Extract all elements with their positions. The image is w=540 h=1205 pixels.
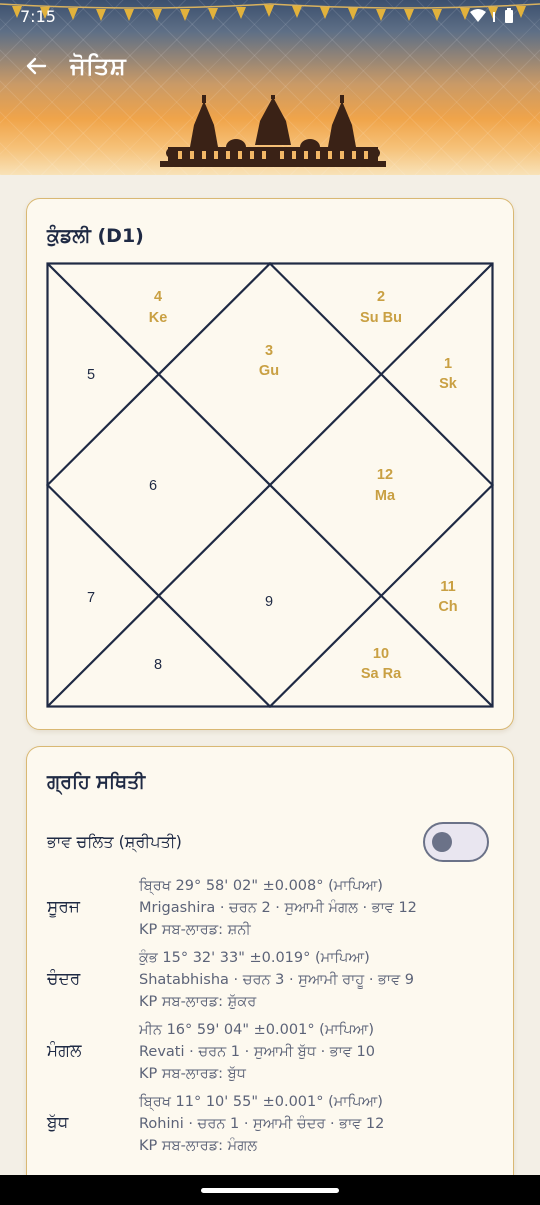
signal-icon (493, 12, 495, 22)
kundli-chart: 4 Ke 2 Su Bu 3 Gu 5 1 Sk 6 12 Ma 7 9 11 … (46, 262, 494, 708)
house-sign: 8 (154, 657, 162, 673)
home-indicator[interactable] (201, 1188, 339, 1193)
graha-title: ਗ੍ਰਹਿ ਸਥਿਤੀ (47, 771, 146, 793)
kundli-title: ਕੁੰਡਲੀ (D1) (47, 225, 144, 247)
status-bar: 7:15 (0, 0, 540, 32)
house-planets: Ma (375, 488, 396, 504)
status-icons (470, 8, 514, 24)
planet-name: ਸੂਰਜ (47, 897, 80, 917)
back-button[interactable] (20, 50, 52, 82)
arrow-left-icon (26, 57, 47, 75)
planet-list: ਸੂਰਜ ਬ੍ਰਿਖ 29° 58' 02" ±0.008° (ਮਾਪਿਆ) M… (47, 875, 497, 1163)
planet-kp-sublord: KP ਸਬ-ਲਾਰਡ: ਸ਼ੁੱਕਰ (139, 994, 257, 1010)
planet-details: ਬ੍ਰਿਖ 11° 10' 55" ±0.001° (ਮਾਪਿਆ) Rohini… (139, 1091, 384, 1157)
kundli-lines (46, 262, 494, 708)
planet-details: ਮੀਨ 16° 59' 04" ±0.001° (ਮਾਪਿਆ) Revati ·… (139, 1019, 375, 1085)
house-planets: Sa Ra (361, 666, 402, 682)
page-title: ਜੋਤਿਸ਼ (70, 52, 127, 80)
house-sign: 10 (373, 646, 389, 662)
bhava-chalit-row: ਭਾਵ ਚਲਿਤ (ਸ਼੍ਰੀਪਤੀ) (47, 821, 489, 863)
graha-sthiti-card: ਗ੍ਰਹਿ ਸਥਿਤੀ ਭਾਵ ਚਲਿਤ (ਸ਼੍ਰੀਪਤੀ) ਸੂਰਜ ਬ੍ਰ… (26, 746, 514, 1205)
planet-longitude: ਬ੍ਰਿਖ 29° 58' 02" ±0.008° (ਮਾਪਿਆ) (139, 878, 383, 894)
kundli-card: ਕੁੰਡਲੀ (D1) 4 Ke 2 Su Bu 3 Gu 5 1 Sk 6 1… (26, 198, 514, 730)
planet-details: ਕੁੰਭ 15° 32' 33" ±0.019° (ਮਾਪਿਆ) Shatabh… (139, 947, 414, 1013)
house-sign: 3 (265, 343, 273, 359)
house-planets: Su Bu (360, 310, 402, 326)
toggle-knob (432, 832, 452, 852)
planet-name: ਚੰਦਰ (47, 969, 81, 989)
wifi-icon (470, 9, 486, 22)
house-sign: 6 (149, 478, 157, 494)
planet-details: ਬ੍ਰਿਖ 29° 58' 02" ±0.008° (ਮਾਪਿਆ) Mrigas… (139, 875, 417, 941)
house-sign: 4 (154, 289, 162, 305)
planet-kp-sublord: KP ਸਬ-ਲਾਰਡ: ਸ਼ਨੀ (139, 922, 251, 938)
planet-nakshatra: Shatabhisha · ਚਰਨ 3 · ਸੁਆਮੀ ਰਾਹੂ · ਭਾਵ 9 (139, 972, 414, 988)
house-planets: Sk (439, 376, 458, 392)
planet-nakshatra: Rohini · ਚਰਨ 1 · ਸੁਆਮੀ ਚੰਦਰ · ਭਾਵ 12 (139, 1116, 385, 1132)
planet-nakshatra: Mrigashira · ਚਰਨ 2 · ਸੁਆਮੀ ਮੰਗਲ · ਭਾਵ 12 (139, 900, 417, 916)
planet-longitude: ਬ੍ਰਿਖ 11° 10' 55" ±0.001° (ਮਾਪਿਆ) (139, 1094, 383, 1110)
house-sign: 7 (87, 590, 95, 606)
house-sign: 5 (87, 367, 95, 383)
house-sign: 2 (377, 289, 385, 305)
planet-row: ਸੂਰਜ ਬ੍ਰਿਖ 29° 58' 02" ±0.008° (ਮਾਪਿਆ) M… (47, 875, 497, 947)
planet-longitude: ਮੀਨ 16° 59' 04" ±0.001° (ਮਾਪਿਆ) (139, 1022, 374, 1038)
planet-row: ਮੰਗਲ ਮੀਨ 16° 59' 04" ±0.001° (ਮਾਪਿਆ) Rev… (47, 1019, 497, 1091)
planet-name: ਬੁੱਧ (47, 1113, 69, 1133)
planet-longitude: ਕੁੰਭ 15° 32' 33" ±0.019° (ਮਾਪਿਆ) (139, 950, 370, 966)
battery-icon (505, 8, 513, 23)
title-row: ਜੋਤਿਸ਼ (20, 46, 126, 86)
bhava-chalit-toggle[interactable] (423, 822, 489, 862)
house-planets: Gu (259, 363, 279, 379)
navigation-bar (0, 1175, 540, 1205)
planet-name: ਮੰਗਲ (47, 1041, 82, 1061)
bhava-chalit-label: ਭਾਵ ਚਲਿਤ (ਸ਼੍ਰੀਪਤੀ) (47, 832, 182, 851)
planet-kp-sublord: KP ਸਬ-ਲਾਰਡ: ਮੰਗਲ (139, 1138, 258, 1154)
house-planets: Ke (149, 310, 168, 326)
status-time: 7:15 (20, 6, 56, 26)
temple-illustration (160, 95, 386, 167)
house-sign: 12 (377, 467, 393, 483)
house-sign: 9 (265, 594, 273, 610)
house-planets: Ch (438, 599, 457, 615)
planet-row: ਬੁੱਧ ਬ੍ਰਿਖ 11° 10' 55" ±0.001° (ਮਾਪਿਆ) R… (47, 1091, 497, 1163)
planet-row: ਚੰਦਰ ਕੁੰਭ 15° 32' 33" ±0.019° (ਮਾਪਿਆ) Sh… (47, 947, 497, 1019)
planet-kp-sublord: KP ਸਬ-ਲਾਰਡ: ਬੁੱਧ (139, 1066, 246, 1082)
app-header: 7:15 ਜੋਤਿਸ਼ (0, 0, 540, 175)
house-sign: 11 (440, 579, 455, 595)
planet-nakshatra: Revati · ਚਰਨ 1 · ਸੁਆਮੀ ਬੁੱਧ · ਭਾਵ 10 (139, 1044, 375, 1060)
house-sign: 1 (444, 356, 452, 372)
